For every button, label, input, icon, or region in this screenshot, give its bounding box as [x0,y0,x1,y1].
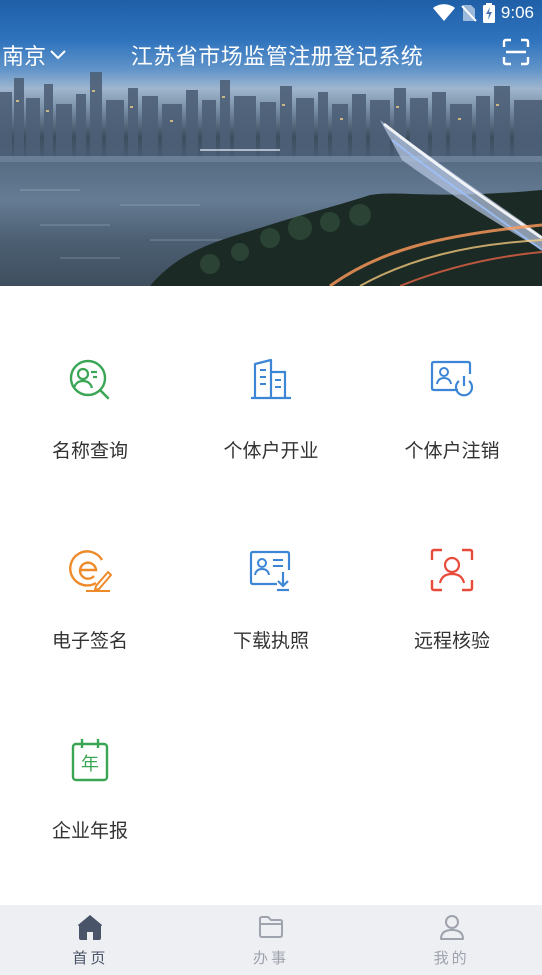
wifi-icon [432,4,455,21]
tile-label: 电子签名 [51,630,128,652]
name-search-icon [69,359,110,400]
id-card-power-icon [430,360,474,397]
bottom-tab-bar: 首页 办事 我的 [0,905,542,975]
tile-label: 名称查询 [51,440,128,462]
scan-icon[interactable] [502,38,530,66]
tab-label: 办事 [253,949,290,967]
tile-download-license[interactable]: 下载执照 [181,498,361,652]
tile-name-search[interactable]: 名称查询 [0,308,180,462]
tile-label: 远程核验 [413,630,490,652]
home-icon [78,915,103,940]
no-sim-icon [461,5,477,22]
user-icon [439,915,464,940]
tab-home[interactable]: 首页 [0,905,181,975]
tile-label: 个体户开业 [223,440,319,462]
top-bar: 南京 江苏省市场监管注册登记系统 [0,34,542,74]
tile-label: 企业年报 [51,820,128,842]
license-download-icon [249,550,291,592]
tile-label: 下载执照 [232,630,309,652]
status-bar: 9:06 [0,0,542,28]
tile-annual-report[interactable]: 年 企业年报 [0,688,180,842]
battery-charging-icon [482,3,495,23]
tile-remote-verify[interactable]: 远程核验 [362,498,542,652]
tab-label: 首页 [72,949,109,967]
tile-individual-open[interactable]: 个体户开业 [181,308,361,462]
building-icon [251,358,291,400]
app-title: 江苏省市场监管注册登记系统 [130,45,424,70]
folder-icon [259,916,283,938]
tile-individual-cancel[interactable]: 个体户注销 [362,308,542,462]
tab-label: 我的 [433,949,470,967]
calendar-year-icon: 年 [71,739,109,782]
tile-e-signature[interactable]: 电子签名 [0,498,180,652]
status-time: 9:06 [500,3,534,22]
tab-mine[interactable]: 我的 [361,905,542,975]
tile-label: 个体户注销 [404,440,500,462]
header-banner: 9:06 南京 江苏省市场监管注册登记系统 [0,0,542,286]
e-signature-icon [69,550,112,592]
year-glyph: 年 [81,754,99,775]
tab-services[interactable]: 办事 [181,905,362,975]
face-scan-icon [430,548,474,592]
